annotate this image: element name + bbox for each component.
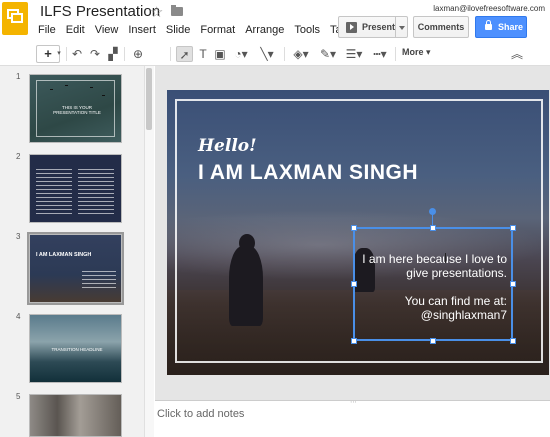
app-header: ILFS Presentation ☆ laxman@ilovefreesoft… [0,0,550,42]
slides-logo-icon[interactable] [2,2,28,35]
resize-handle[interactable] [351,225,357,231]
slide4-title: TRANSITION HEADLINE [51,347,103,352]
menu-insert[interactable]: Insert [128,24,156,36]
lock-icon [485,20,492,30]
image-icon[interactable]: ▣ [213,46,227,62]
collapse-icon[interactable]: ︽ [510,46,524,62]
current-slide[interactable]: Hello! I AM LAXMAN SINGH I am here becau… [167,90,549,375]
menu-view[interactable]: View [95,24,119,36]
slide-number: 4 [16,312,21,321]
slide-filmstrip: 1 THIS IS YOUR PRESENTATION TITLE 2 3 I … [0,66,154,437]
selected-text-box[interactable]: I am here because I love to give present… [353,227,513,341]
slide-thumbnail-1[interactable]: THIS IS YOUR PRESENTATION TITLE [29,74,122,143]
slides-app: ILFS Presentation ☆ laxman@ilovefreesoft… [0,0,550,437]
notes-resize-grip-icon[interactable]: ⋯ [350,398,357,406]
slide3-title: I AM LAXMAN SINGH [36,252,92,258]
slide-number: 5 [16,392,21,401]
rotate-handle[interactable] [429,208,436,215]
slide-greeting[interactable]: Hello! [198,136,257,156]
account-email[interactable]: laxman@ilovefreesoftware.com [433,4,545,13]
present-dropdown-icon[interactable] [399,26,405,30]
menu-tools[interactable]: Tools [294,24,320,36]
resize-handle[interactable] [430,225,436,231]
line-dash-icon[interactable]: ┅▾ [370,46,390,62]
menu-slide[interactable]: Slide [166,24,190,36]
resize-handle[interactable] [510,338,516,344]
folder-icon[interactable] [171,5,183,16]
speaker-notes[interactable]: ⋯ Click to add notes [155,398,550,437]
undo-icon[interactable]: ↶ [70,46,84,62]
add-dropdown-icon[interactable]: ▾ [55,46,63,62]
select-cursor-icon[interactable]: ➚ [176,46,193,62]
share-button[interactable]: Share [475,16,527,38]
share-label: Share [498,22,524,32]
slide-thumbnail-3[interactable]: I AM LAXMAN SINGH [27,232,124,305]
slide-canvas: Hello! I AM LAXMAN SINGH I am here becau… [155,66,550,400]
filmstrip-scroll-thumb[interactable] [146,68,152,130]
more-button[interactable]: More ▾ [402,47,431,58]
resize-handle[interactable] [351,281,357,287]
slide-number: 1 [16,72,21,81]
line-color-icon[interactable]: ✎▾ [318,46,338,62]
slide-thumbnail-2[interactable] [29,154,122,223]
menu-bar: File Edit View Insert Slide Format Arran… [38,24,366,36]
redo-icon[interactable]: ↷ [88,46,102,62]
notes-placeholder[interactable]: Click to add notes [157,408,244,420]
resize-handle[interactable] [510,225,516,231]
line-icon[interactable]: ╲▾ [258,46,276,62]
present-label: Present [362,22,396,32]
document-title[interactable]: ILFS Presentation [40,3,160,20]
menu-file[interactable]: File [38,24,56,36]
more-label: More [402,47,424,57]
resize-handle[interactable] [510,281,516,287]
paint-format-icon[interactable]: ▞ [106,46,120,62]
line-weight-icon[interactable]: ☰▾ [344,46,364,62]
slide-body-text[interactable]: I am here because I love to give present… [351,252,507,280]
fill-color-icon[interactable]: ◈▾ [291,46,311,62]
present-button[interactable]: Present [338,16,408,38]
slide1-title: THIS IS YOUR PRESENTATION TITLE [53,105,101,115]
play-icon [346,22,357,33]
resize-handle[interactable] [351,338,357,344]
text-box-icon[interactable]: T [196,46,210,62]
menu-format[interactable]: Format [200,24,235,36]
star-icon[interactable]: ☆ [150,3,163,21]
toolbar: + ▾ ↶ ↷ ▞ ⊕ ➚ T ▣ ◔▾ ╲▾ ◈▾ ✎▾ ☰▾ ┅▾ More… [0,42,550,66]
slide-contact-text[interactable]: You can find me at: @singhlaxman7 [351,294,507,322]
slide-thumbnail-5[interactable] [29,394,122,437]
comments-button[interactable]: Comments [413,16,469,38]
text-cursor [445,253,446,263]
slide-headline[interactable]: I AM LAXMAN SINGH [198,161,418,185]
slide-number: 3 [16,232,21,241]
menu-edit[interactable]: Edit [66,24,85,36]
slide-thumbnail-4[interactable]: TRANSITION HEADLINE [29,314,122,383]
slide-number: 2 [16,152,21,161]
menu-arrange[interactable]: Arrange [245,24,284,36]
shape-icon[interactable]: ◔▾ [231,46,251,62]
zoom-icon[interactable]: ⊕ [131,46,145,62]
resize-handle[interactable] [430,338,436,344]
